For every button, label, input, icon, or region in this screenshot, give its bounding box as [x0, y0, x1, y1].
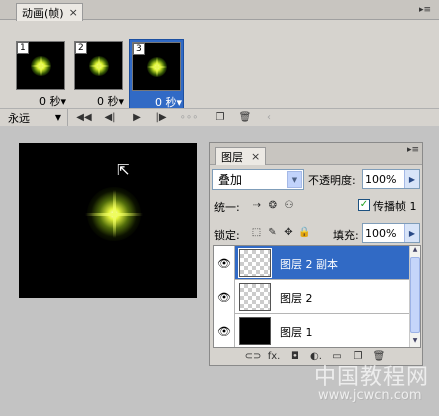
star-ray-vertical [112, 190, 116, 238]
animation-frame-1[interactable]: 1 0 秒▾ [14, 39, 69, 109]
duplicate-frame-button[interactable]: ❐ [211, 110, 229, 125]
fill-slider-arrow-icon[interactable]: ▶ [404, 224, 419, 242]
tab-animation-frames[interactable]: 动画(帧) × [16, 3, 83, 21]
site-watermark: 中国教程网 www.jcwcn.com [300, 355, 435, 411]
close-icon[interactable]: × [69, 6, 78, 19]
loop-options-select[interactable]: 永远 ▼ [8, 109, 68, 126]
play-button[interactable]: ▶ [128, 110, 146, 125]
layer-style-fx-icon[interactable]: fx. [267, 351, 282, 362]
star-ray-vertical [97, 55, 100, 76]
frame-delay-select[interactable]: 0 秒▾ [14, 93, 69, 109]
watermark-url: www.jcwcn.com [318, 388, 422, 403]
frame-delay-select[interactable]: 0 秒▾ [72, 93, 127, 109]
animation-frame-2[interactable]: 2 0 秒▾ [72, 39, 127, 109]
layer-thumbnail [238, 248, 272, 278]
scroll-up-icon[interactable]: ▲ [410, 246, 420, 256]
lock-all-icon[interactable]: 🔒 [298, 226, 311, 239]
unify-style-icon[interactable]: ⚇ [282, 198, 296, 212]
tween-button[interactable]: ∘∘∘ [180, 110, 199, 125]
opacity-field[interactable]: 100% ▶ [362, 169, 420, 189]
next-frame-button[interactable]: |▶ [152, 110, 170, 125]
layer-name: 图层 2 [280, 292, 313, 305]
frame-number: 3 [133, 43, 145, 55]
loop-option-value: 永远 [8, 111, 30, 125]
layer-row[interactable]: 👁 图层 2 副本 [214, 246, 410, 280]
fill-value: 100% [365, 226, 397, 240]
layer-name: 图层 1 [280, 326, 313, 339]
first-frame-button[interactable]: ◀◀ [74, 110, 94, 125]
visibility-eye-icon[interactable]: 👁 [214, 314, 235, 347]
panel-menu-icon[interactable]: ▸≡ [407, 146, 419, 155]
layers-panel: 图层 × ▸≡ 叠加 ▼ 不透明度: 100% ▶ 统一: ⇢ ❂ ⚇ ✓ 传播… [209, 142, 423, 366]
unify-label: 统一: [214, 201, 240, 214]
fill-label: 填充: [333, 229, 359, 242]
visibility-eye-icon[interactable]: 👁 [214, 280, 235, 314]
layer-thumbnail [239, 317, 271, 345]
animation-panel: 动画(帧) × ▸≡ 1 0 秒▾ 2 0 秒▾ 3 0 秒▾ 永远 ▼ ◀◀ … [0, 0, 439, 126]
previous-frame-button[interactable]: ◀| [101, 110, 119, 125]
move-cursor-icon: ⇱ [117, 161, 130, 179]
layer-thumbnail [239, 283, 271, 311]
propagate-frame-label: 传播帧 1 [373, 200, 417, 213]
lock-position-icon[interactable]: ✥ [282, 226, 295, 239]
fill-field[interactable]: 100% ▶ [362, 223, 420, 243]
blend-mode-select[interactable]: 叠加 ▼ [212, 169, 304, 190]
lock-label: 锁定: [214, 229, 240, 242]
scrollbar-thumb[interactable] [410, 257, 420, 333]
watermark-chinese-text: 中国教程网 [314, 365, 430, 390]
link-layers-icon[interactable]: ⊂⊃ [245, 351, 262, 362]
document-canvas[interactable] [19, 143, 197, 298]
panel-menu-icon[interactable]: ▸≡ [419, 5, 431, 15]
blend-mode-value: 叠加 [218, 173, 243, 187]
star-ray-vertical [39, 55, 42, 76]
scroll-down-icon[interactable]: ▼ [410, 337, 420, 347]
lock-transparency-icon[interactable]: ⬚ [250, 226, 263, 239]
opacity-slider-arrow-icon[interactable]: ▶ [404, 170, 419, 188]
chevron-down-icon: ▼ [54, 113, 61, 122]
animation-controls: 永远 ▼ ◀◀ ◀| ▶ |▶ ∘∘∘ ❐ 🗑 ‹ [0, 108, 439, 126]
propagate-frame-checkbox[interactable]: ✓ [358, 199, 370, 211]
animation-tab-label: 动画(帧) [22, 6, 64, 20]
layer-row[interactable]: 👁 图层 2 [214, 280, 410, 314]
unify-visibility-icon[interactable]: ❂ [266, 198, 280, 212]
frame-number: 1 [17, 42, 29, 54]
star-ray-vertical [155, 56, 158, 77]
animation-tab-bar: 动画(帧) × ▸≡ [0, 0, 439, 21]
close-icon[interactable]: × [251, 150, 260, 163]
visibility-eye-icon[interactable]: 👁 [214, 246, 235, 280]
collapse-icon[interactable]: ‹ [260, 110, 278, 125]
tab-layers[interactable]: 图层 × [215, 147, 267, 165]
layers-tab-bar: 图层 × ▸≡ [210, 143, 422, 165]
layers-tab-label: 图层 [221, 150, 243, 164]
layer-name: 图层 2 副本 [280, 258, 338, 271]
layer-list-scrollbar[interactable]: ▲ ▼ [409, 246, 420, 347]
opacity-label: 不透明度: [308, 174, 356, 187]
delete-frame-button[interactable]: 🗑 [236, 110, 254, 125]
chevron-down-icon: ▼ [287, 171, 302, 188]
unify-position-icon[interactable]: ⇢ [250, 198, 264, 212]
layer-list: 👁 图层 2 副本 👁 图层 2 👁 图层 1 ▲ ▼ [213, 245, 421, 348]
opacity-value: 100% [365, 172, 397, 186]
frame-number: 2 [75, 42, 87, 54]
lock-pixels-icon[interactable]: ✎ [266, 226, 279, 239]
layer-row[interactable]: 👁 图层 1 [214, 314, 410, 347]
animation-frame-3[interactable]: 3 0 秒▾ [129, 39, 184, 109]
